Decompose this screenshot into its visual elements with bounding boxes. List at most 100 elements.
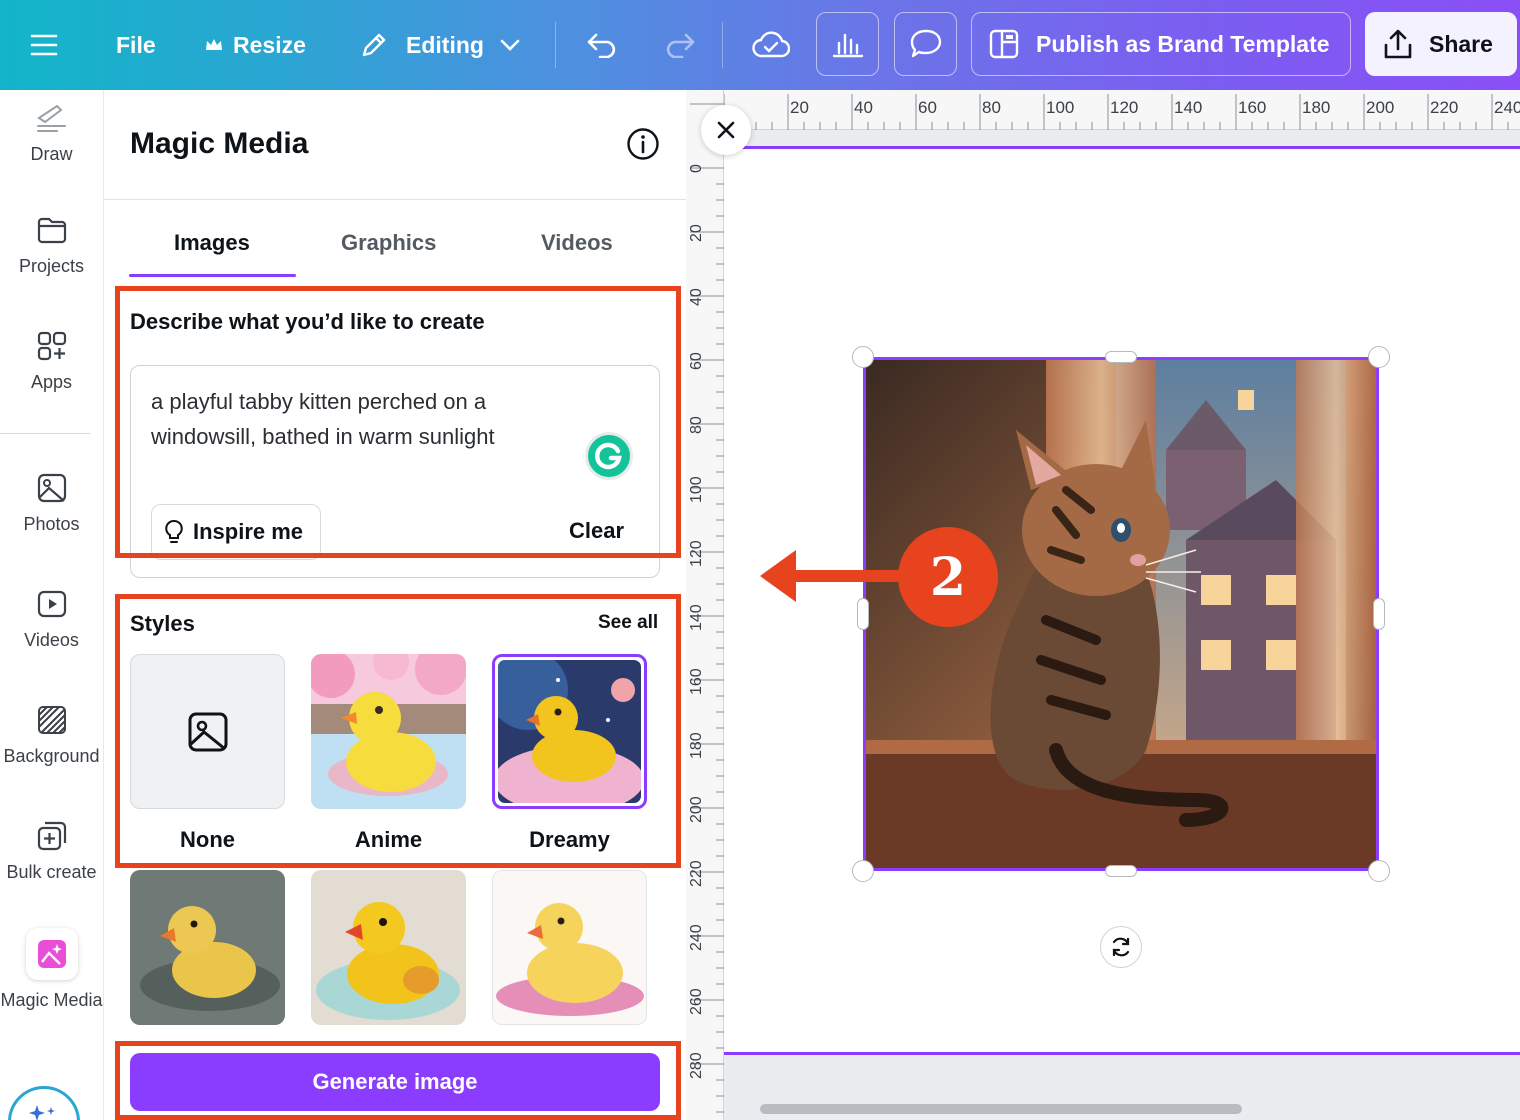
template-icon bbox=[989, 29, 1019, 59]
style-tile-none[interactable] bbox=[130, 654, 285, 809]
magic-media-panel: Magic Media Images Graphics Videos Descr… bbox=[103, 90, 687, 1120]
ruler-left-label: 240 bbox=[688, 924, 705, 951]
tab-images[interactable]: Images bbox=[174, 230, 250, 256]
ruler-left-label: 80 bbox=[688, 416, 705, 434]
resize-handle-top[interactable] bbox=[1105, 351, 1137, 363]
anime-duck-thumbnail bbox=[311, 654, 466, 809]
bulk-create-icon bbox=[37, 821, 66, 851]
ruler-top-label: 220 bbox=[1430, 98, 1459, 117]
close-panel-button[interactable] bbox=[701, 105, 751, 155]
ruler-left-label: 160 bbox=[688, 668, 705, 695]
share-upload-icon bbox=[1384, 29, 1412, 59]
generate-image-button[interactable]: Generate image bbox=[130, 1053, 660, 1111]
rail-item-photos[interactable]: Photos bbox=[0, 472, 103, 535]
editing-mode-dropdown[interactable]: Editing bbox=[358, 0, 520, 90]
rail-item-draw[interactable]: Draw bbox=[0, 104, 103, 165]
ruler-left-label: 260 bbox=[688, 988, 705, 1015]
rail-item-apps[interactable]: Apps bbox=[0, 330, 103, 393]
grammarly-icon[interactable] bbox=[585, 432, 633, 480]
dreamy-duck-thumbnail bbox=[495, 657, 644, 806]
video-icon bbox=[37, 590, 66, 618]
tab-graphics[interactable]: Graphics bbox=[341, 230, 436, 256]
photo-icon bbox=[37, 473, 66, 503]
ruler-top-label: 140 bbox=[1174, 98, 1203, 117]
style-tile-watercolor[interactable] bbox=[492, 870, 647, 1025]
resize-handle-top-right[interactable] bbox=[1368, 346, 1390, 368]
ruler-top-label: 100 bbox=[1046, 98, 1075, 117]
hamburger-icon bbox=[30, 34, 58, 56]
rail-item-background[interactable]: Background bbox=[0, 704, 103, 767]
ruler-left-label: 40 bbox=[688, 288, 705, 306]
ruler-top-label: 240 bbox=[1494, 98, 1520, 117]
style-tile-realistic[interactable] bbox=[130, 870, 285, 1025]
see-all-link[interactable]: See all bbox=[598, 612, 658, 634]
rail-item-bulk-create[interactable]: Bulk create bbox=[0, 820, 103, 883]
ruler-top-label: 200 bbox=[1366, 98, 1395, 117]
resize-handle-bottom[interactable] bbox=[1105, 865, 1137, 877]
resize-handle-bottom-left[interactable] bbox=[852, 860, 874, 882]
info-icon[interactable] bbox=[626, 127, 660, 161]
resize-handle-right[interactable] bbox=[1373, 598, 1385, 630]
rail-item-videos[interactable]: Videos bbox=[0, 588, 103, 651]
style-tile-3d[interactable] bbox=[311, 870, 466, 1025]
prompt-textarea[interactable]: a playful tabby kitten perched on a wind… bbox=[130, 365, 660, 578]
sparkle-icon bbox=[29, 1105, 55, 1120]
rotate-icon bbox=[1112, 937, 1130, 957]
ruler-top-label: 120 bbox=[1110, 98, 1139, 117]
rail-item-projects[interactable]: Projects bbox=[0, 214, 103, 277]
style-label-anime: Anime bbox=[354, 827, 423, 852]
style-label-none: None bbox=[180, 827, 235, 852]
close-icon bbox=[717, 121, 735, 139]
ruler-horizontal: 20 40 60 80 100 120 140 160 180 200 220 240 bbox=[686, 90, 1520, 130]
redo-button[interactable] bbox=[662, 0, 696, 90]
insights-button[interactable] bbox=[816, 12, 879, 76]
tab-videos[interactable]: Videos bbox=[541, 230, 613, 256]
ruler-vertical: 0 20 40 60 80 100 120 140 160 180 200 220 240 260 280 bbox=[686, 90, 724, 1120]
ruler-left-label: 200 bbox=[688, 796, 705, 823]
magic-media-icon bbox=[37, 940, 66, 968]
resize-handle-bottom-right[interactable] bbox=[1368, 860, 1390, 882]
ruler-left-label: 20 bbox=[688, 224, 705, 242]
ruler-left-label: 140 bbox=[688, 604, 705, 631]
comment-icon bbox=[910, 29, 941, 58]
panel-title: Magic Media bbox=[130, 127, 309, 160]
redo-icon bbox=[666, 33, 695, 58]
horizontal-scrollbar[interactable] bbox=[760, 1104, 1242, 1114]
style-tile-dreamy[interactable] bbox=[492, 654, 647, 809]
pencil-icon bbox=[362, 33, 386, 57]
ruler-left-label: 120 bbox=[688, 540, 705, 567]
active-tab-indicator bbox=[129, 274, 296, 277]
apps-icon bbox=[37, 331, 66, 361]
undo-button[interactable] bbox=[586, 0, 620, 90]
share-button[interactable]: Share bbox=[1365, 12, 1517, 76]
page-top-border bbox=[724, 146, 1520, 149]
save-status-button[interactable] bbox=[752, 0, 790, 90]
grammarly-g-icon bbox=[594, 442, 622, 470]
inspire-me-button[interactable]: Inspire me bbox=[151, 504, 321, 560]
3d-duck-thumbnail bbox=[311, 870, 466, 1025]
top-toolbar: File Resize Editing Publish as Brand Tem… bbox=[0, 0, 1520, 90]
style-tile-anime[interactable] bbox=[311, 654, 466, 809]
describe-label: Describe what you’d like to create bbox=[130, 309, 485, 334]
clear-button[interactable]: Clear bbox=[569, 518, 624, 544]
ruler-left-label: 0 bbox=[688, 164, 705, 173]
toolbar-divider bbox=[722, 22, 723, 68]
prompt-text: a playful tabby kitten perched on a wind… bbox=[151, 389, 495, 449]
lightbulb-icon bbox=[165, 519, 183, 543]
folder-icon bbox=[37, 217, 66, 244]
resize-handle-top-left[interactable] bbox=[852, 346, 874, 368]
file-menu[interactable]: File bbox=[116, 0, 156, 90]
page-bottom-border bbox=[724, 1052, 1520, 1055]
rail-item-magic-media[interactable]: Magic Media bbox=[0, 928, 103, 1011]
ruler-top-label: 60 bbox=[918, 98, 937, 117]
magic-assistant-button[interactable] bbox=[8, 1086, 80, 1120]
resize-button[interactable]: Resize bbox=[204, 0, 306, 90]
image-placeholder-icon bbox=[188, 712, 227, 751]
ruler-top-label: 80 bbox=[982, 98, 1001, 117]
menu-button[interactable] bbox=[30, 0, 58, 90]
annotation-arrow bbox=[760, 550, 916, 602]
ruler-left-label: 280 bbox=[688, 1052, 705, 1079]
rotate-button[interactable] bbox=[1100, 926, 1142, 968]
comments-button[interactable] bbox=[894, 12, 957, 76]
publish-brand-template-button[interactable]: Publish as Brand Template bbox=[971, 12, 1351, 76]
